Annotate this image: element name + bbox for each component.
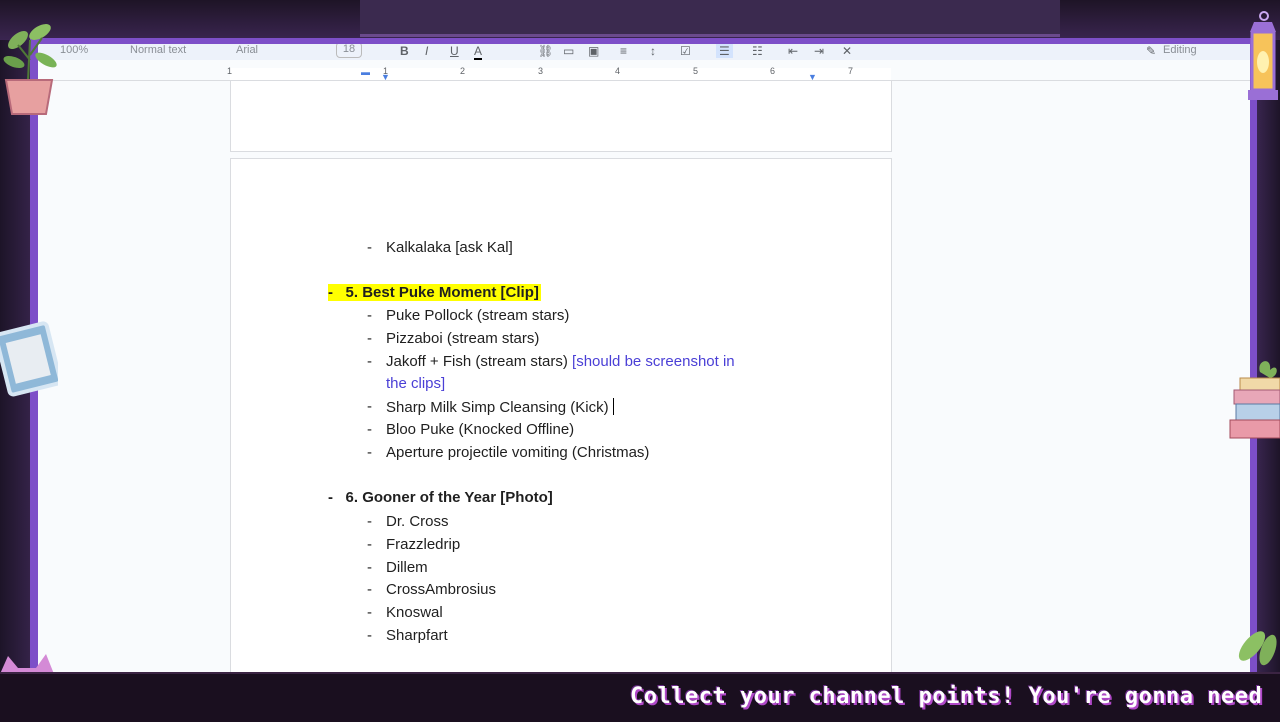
list-bullet: - <box>367 581 372 598</box>
ruler-tick: 4 <box>615 66 621 76</box>
ruler-tick: 2 <box>460 66 466 76</box>
list-item[interactable]: Knoswal <box>386 604 443 621</box>
zoom-select[interactable]: 100% <box>60 44 88 56</box>
clear-formatting-icon[interactable]: ✕ <box>842 44 852 58</box>
list-item[interactable]: Pizzaboi (stream stars) <box>386 330 539 347</box>
note-text-continued: the clips] <box>386 375 446 392</box>
ruler-tick: 7 <box>848 66 854 76</box>
font-size-input[interactable]: 18 <box>336 44 362 58</box>
list-item[interactable]: Bloo Puke (Knocked Offline) <box>386 421 574 438</box>
text-cursor <box>612 398 614 415</box>
previous-page <box>230 80 892 152</box>
list-bullet: - <box>367 444 372 461</box>
pencil-icon: ✎ <box>1146 44 1157 58</box>
comment-icon[interactable]: ▭ <box>563 44 574 58</box>
increase-indent-icon[interactable]: ⇥ <box>814 44 824 58</box>
leaf-plant-icon <box>1238 631 1277 666</box>
list-item[interactable]: CrossAmbrosius <box>386 581 496 598</box>
overlay-beam <box>360 0 1060 37</box>
bold-icon[interactable]: B <box>400 44 409 58</box>
list-item[interactable]: Sharp Milk Simp Cleansing (Kick) <box>386 398 614 416</box>
ticker-text: Collect your channel points! You're gonn… <box>630 684 1263 709</box>
picture-frame-icon <box>0 321 58 397</box>
list-bullet: - <box>367 627 372 644</box>
list-bullet: - <box>367 421 372 438</box>
potted-plant-icon <box>3 24 57 115</box>
list-item[interactable]: Aperture projectile vomiting (Christmas) <box>386 444 649 461</box>
ruler-band <box>230 68 891 80</box>
overlay-border-top <box>30 38 1257 44</box>
list-item-text: Sharp Milk Simp Cleansing (Kick) <box>386 399 609 416</box>
lantern-icon <box>1248 11 1278 100</box>
list-bullet: - <box>367 330 372 347</box>
document-page[interactable]: - Kalkalaka [ask Kal] - 5. Best Puke Mom… <box>230 158 892 672</box>
first-line-indent-marker[interactable]: ▬ <box>361 67 370 77</box>
list-item-text: Jakoff + Fish (stream stars) <box>386 353 568 370</box>
paragraph-style-select[interactable]: Normal text <box>130 44 186 56</box>
heading-text: 6. Gooner of the Year [Photo] <box>345 489 553 506</box>
list-item[interactable]: Dr. Cross <box>386 513 449 530</box>
ruler-tick: 1 <box>383 66 389 76</box>
ruler-tick: 3 <box>538 66 544 76</box>
list-item[interactable]: Jakoff + Fish (stream stars) [should be … <box>386 353 735 370</box>
book-stack-icon <box>1229 361 1280 439</box>
ruler-tick: 6 <box>770 66 776 76</box>
note-text: [should be screenshot in <box>572 353 735 370</box>
text-color-icon[interactable]: A <box>474 44 483 60</box>
list-bullet: - <box>367 239 372 256</box>
editing-mode-select[interactable]: Editing <box>1163 44 1197 56</box>
heading-bullet: - <box>328 489 333 506</box>
line-spacing-icon[interactable]: ↕ <box>650 44 656 58</box>
list-bullet: - <box>367 604 372 621</box>
section-heading[interactable]: - 5. Best Puke Moment [Clip] <box>328 284 541 301</box>
docs-window: 100% Normal text Arial 18 B I U A ⛓ ▭ ▣ … <box>38 44 1250 672</box>
docs-toolbar: 100% Normal text Arial 18 B I U A ⛓ ▭ ▣ … <box>38 44 1250 60</box>
list-item[interactable]: Dillem <box>386 559 428 576</box>
ruler: 1 ▬ ▼ 1 2 3 4 5 6 ▼ 7 <box>38 64 1250 82</box>
heading-bullet: - <box>328 284 333 301</box>
list-bullet: - <box>367 307 372 324</box>
italic-icon[interactable]: I <box>425 44 428 58</box>
list-bullet: - <box>367 536 372 553</box>
image-icon[interactable]: ▣ <box>588 44 599 58</box>
numbered-list-icon[interactable]: ☷ <box>752 44 763 58</box>
list-item[interactable]: Kalkalaka [ask Kal] <box>386 239 513 256</box>
list-bullet: - <box>367 398 372 415</box>
ruler-tick: 5 <box>693 66 699 76</box>
link-icon[interactable]: ⛓ <box>538 44 553 58</box>
heading-text: 5. Best Puke Moment [Clip] <box>345 284 539 301</box>
section-heading[interactable]: - 6. Gooner of the Year [Photo] <box>328 489 553 506</box>
list-item[interactable]: Frazzledrip <box>386 536 460 553</box>
checklist-icon[interactable]: ☑ <box>680 44 691 58</box>
cat-ears-icon <box>0 654 54 674</box>
list-bullet: - <box>367 353 372 370</box>
list-bullet: - <box>367 513 372 530</box>
overlay-top-frame <box>0 0 1280 40</box>
font-select[interactable]: Arial <box>236 44 258 56</box>
align-icon[interactable]: ≡ <box>620 44 627 58</box>
ruler-tick: 1 <box>227 66 233 76</box>
decrease-indent-icon[interactable]: ⇤ <box>788 44 798 58</box>
list-bullet: - <box>367 559 372 576</box>
list-item[interactable]: Sharpfart <box>386 627 448 644</box>
list-item[interactable]: Puke Pollock (stream stars) <box>386 307 569 324</box>
underline-icon[interactable]: U <box>450 44 459 58</box>
bulleted-list-icon[interactable]: ☰ <box>716 44 733 58</box>
